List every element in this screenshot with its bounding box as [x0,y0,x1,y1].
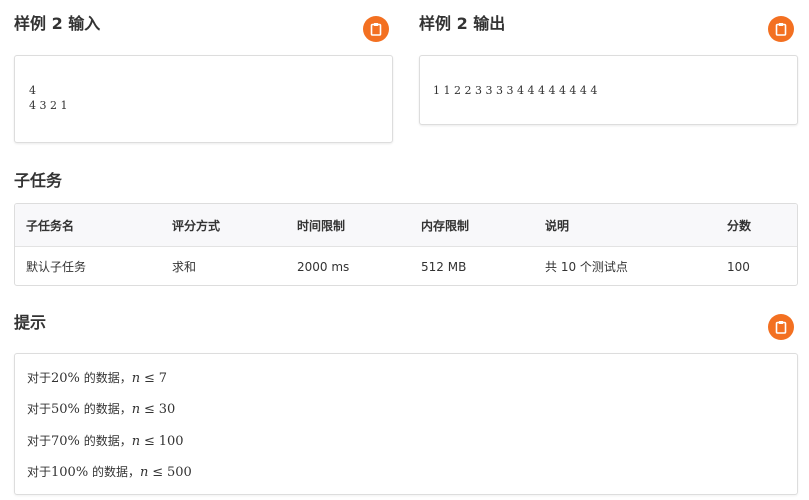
hint-op: ≤ [143,434,155,449]
table-cell: 求和 [172,260,197,274]
hint-var: n [131,402,141,417]
subtasks-title: 子任务 [14,171,63,190]
sample-output-line: 1 1 2 2 3 3 3 3 4 4 4 4 4 4 4 4 [433,84,598,97]
hint-value: 500 [166,465,192,480]
table-row: 默认子任务 求和 2000 ms 512 MB 共 10 个测试点 100 [15,247,797,285]
hint-prefix: 对于 [27,371,52,385]
table-header-cell: 说明 [545,218,570,233]
hint-percent: 50% [51,402,80,417]
table-header-cell: 分数 [727,218,752,233]
hint-percent: 70% [51,434,80,449]
problem-page: 样例 2 输入 4 4 3 2 1 样例 2 输出 1 1 2 2 3 3 3 … [0,0,809,500]
clipboard-icon [370,22,382,36]
copy-hint-button[interactable] [768,314,794,340]
hint-op: ≤ [143,371,155,386]
hint-box: 对于20% 的数据，n ≤ 7 对于50% 的数据，n ≤ 30 对于70% 的… [14,353,798,495]
hint-mid: 的数据， [83,434,132,448]
hint-value: 30 [158,402,176,417]
table-cell: 默认子任务 [26,260,87,274]
hint-line: 对于50% 的数据，n ≤ 30 [27,401,175,418]
subtasks-table: 子任务名 评分方式 时间限制 内存限制 说明 分数 默认子任务 求和 2000 … [14,203,798,286]
clipboard-icon [775,22,787,36]
hint-title: 提示 [14,313,47,332]
hint-mid: 的数据， [83,402,132,416]
hint-var: n [131,434,141,449]
hint-percent: 20% [51,371,80,386]
sample-input-line: 4 [29,84,36,97]
sample-output-title: 样例 2 输出 [419,14,506,33]
hint-prefix: 对于 [27,402,52,416]
hint-line: 对于20% 的数据，n ≤ 7 [27,370,167,387]
table-header-cell: 内存限制 [421,218,470,233]
table-cell: 512 MB [421,259,467,274]
table-cell: 2000 ms [297,259,350,274]
hint-value: 100 [158,434,184,449]
hint-percent: 100% [51,465,89,480]
sample-output-box: 1 1 2 2 3 3 3 3 4 4 4 4 4 4 4 4 [419,55,798,125]
hint-mid: 的数据， [83,371,132,385]
clipboard-icon [775,320,787,334]
hint-value: 7 [158,371,167,386]
copy-sample-input-button[interactable] [363,16,389,42]
sample-input-title: 样例 2 输入 [14,14,101,33]
copy-sample-output-button[interactable] [768,16,794,42]
hint-line: 对于100% 的数据，n ≤ 500 [27,464,192,481]
sample-input-line: 4 3 2 1 [29,99,68,112]
hint-prefix: 对于 [27,465,52,479]
table-cell: 100 [727,259,750,274]
hint-var: n [140,465,149,480]
hint-op: ≤ [143,402,155,417]
table-cell: 共 10 个测试点 [545,260,628,274]
table-header-cell: 时间限制 [297,218,346,233]
hint-op: ≤ [152,465,164,480]
hint-var: n [131,371,141,386]
sample-input-box: 4 4 3 2 1 [14,55,393,143]
hint-prefix: 对于 [27,434,52,448]
table-header-cell: 子任务名 [26,218,75,233]
hint-mid: 的数据， [92,465,141,479]
table-header-row: 子任务名 评分方式 时间限制 内存限制 说明 分数 [15,204,797,247]
hint-line: 对于70% 的数据，n ≤ 100 [27,433,184,450]
table-header-cell: 评分方式 [172,218,221,233]
